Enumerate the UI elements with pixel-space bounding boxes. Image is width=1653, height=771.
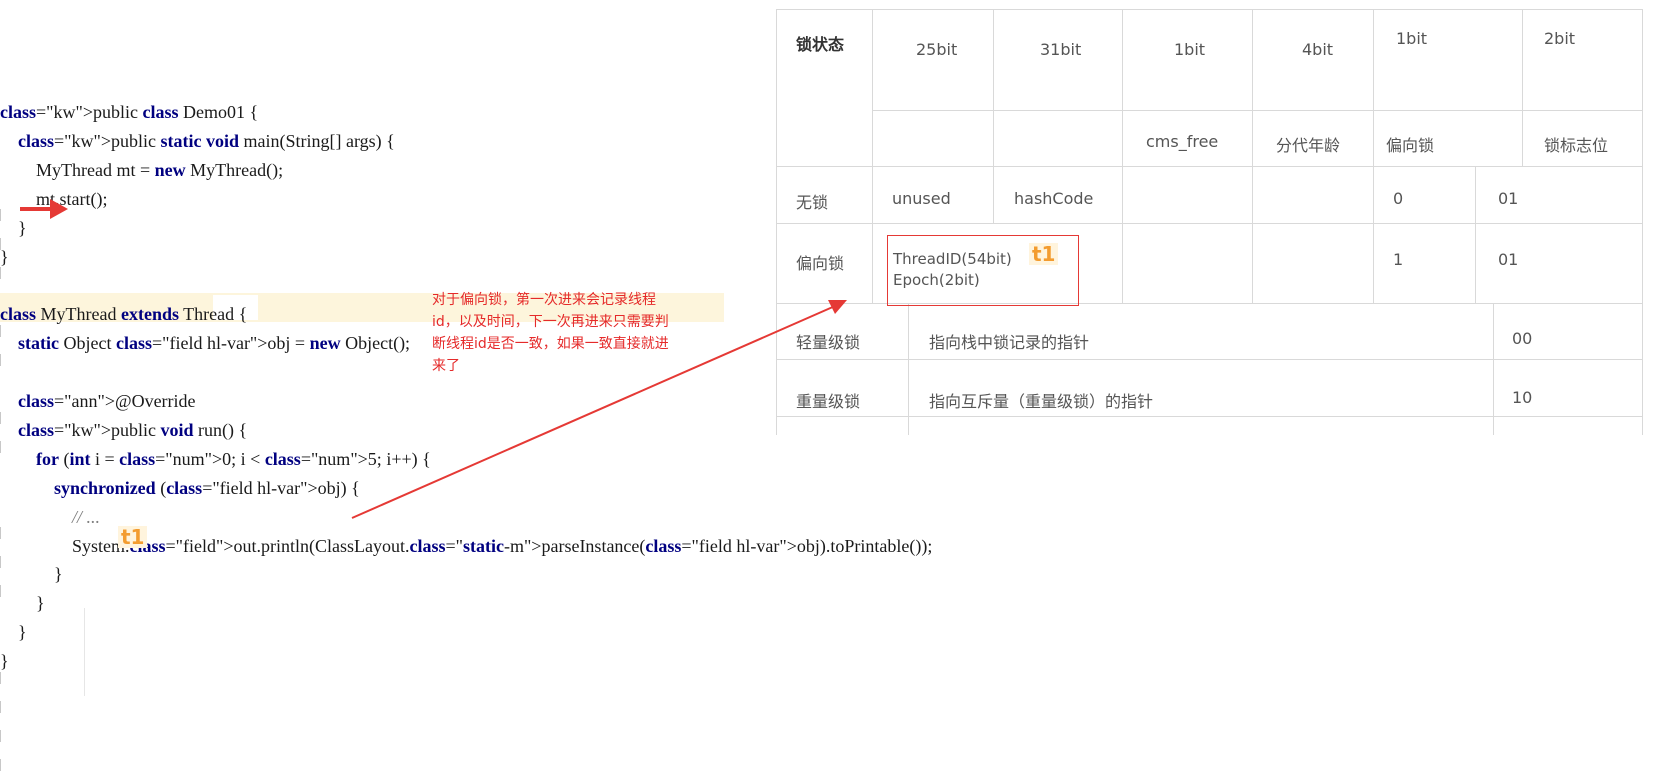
annotation-arrow-line xyxy=(351,305,836,519)
gutter-mark xyxy=(0,759,1,771)
execution-arrow-icon xyxy=(20,199,68,219)
arrows-layer xyxy=(20,199,847,519)
